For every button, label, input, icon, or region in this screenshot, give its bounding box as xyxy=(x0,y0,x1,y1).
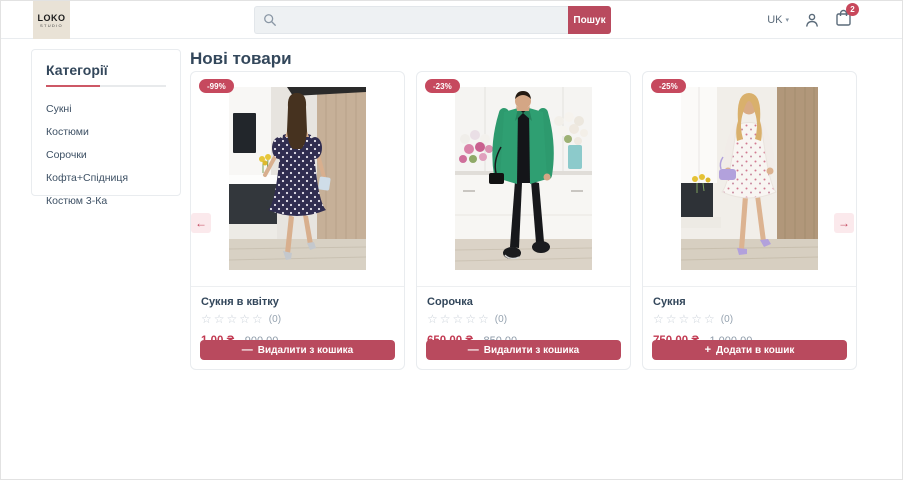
rating-count: (0) xyxy=(494,313,508,325)
arrow-left-icon: ← xyxy=(195,216,207,230)
star-icons: ☆☆☆☆☆ xyxy=(201,312,265,326)
arrow-right-icon: → xyxy=(838,216,850,230)
logo[interactable]: LOKO STUDIO xyxy=(33,1,70,39)
product-cards: -99% Сукня в квітку ☆☆☆☆☆ (0) — Видалити… xyxy=(190,71,857,370)
product-name[interactable]: Сукня xyxy=(653,296,846,308)
rating-count: (0) xyxy=(268,313,282,325)
product-card: -99% Сукня в квітку ☆☆☆☆☆ (0) — Видалити… xyxy=(190,71,405,370)
header: LOKO STUDIO Пошук UK ▾ 2 xyxy=(1,1,902,39)
carousel-prev-button[interactable]: ← xyxy=(191,213,211,233)
storefront-page: LOKO STUDIO Пошук UK ▾ 2 Категорії Сукні… xyxy=(0,0,903,480)
product-card: -23% Сорочка ☆☆☆☆☆ (0) — Видалити з коши… xyxy=(416,71,631,370)
product-rating: ☆☆☆☆☆ (0) xyxy=(201,312,394,326)
button-label: Додати в кошик xyxy=(716,344,795,356)
search-button[interactable]: Пошук xyxy=(568,6,611,34)
minus-icon: — xyxy=(467,344,479,356)
logo-subtext: STUDIO xyxy=(40,22,63,28)
language-selector[interactable]: UK ▾ xyxy=(767,14,789,26)
carousel-next-button[interactable]: → xyxy=(834,213,854,233)
product-name[interactable]: Сукня в квітку xyxy=(201,296,394,308)
remove-from-cart-button[interactable]: — Видалити з кошика xyxy=(426,340,621,360)
product-name[interactable]: Сорочка xyxy=(427,296,620,308)
discount-badge: -25% xyxy=(651,79,686,93)
product-image[interactable] xyxy=(229,87,366,270)
logo-text: LOKO xyxy=(37,12,66,23)
sidebar-item-sorochky[interactable]: Сорочки xyxy=(46,143,166,166)
button-label: Видалити з кошика xyxy=(257,344,354,356)
search-icon xyxy=(264,14,276,26)
star-icons: ☆☆☆☆☆ xyxy=(653,312,717,326)
product-rating: ☆☆☆☆☆ (0) xyxy=(653,312,846,326)
categories-sidebar: Категорії Сукні Костюми Сорочки Кофта+Сп… xyxy=(31,49,181,207)
sidebar-item-kostiumy[interactable]: Костюми xyxy=(46,120,166,143)
button-label: Видалити з кошика xyxy=(483,344,580,356)
header-actions: UK ▾ 2 xyxy=(767,1,859,39)
cart-count-badge: 2 xyxy=(846,2,859,16)
cart-button[interactable]: 2 xyxy=(835,2,859,32)
new-products-carousel: -99% Сукня в квітку ☆☆☆☆☆ (0) — Видалити… xyxy=(190,71,857,370)
sidebar-divider xyxy=(46,85,166,87)
product-image[interactable] xyxy=(455,87,592,270)
sidebar-item-kofta-spidnytsia[interactable]: Кофта+Спідниця xyxy=(46,166,166,189)
discount-badge: -23% xyxy=(425,79,460,93)
sidebar-title: Категорії xyxy=(46,62,108,78)
minus-icon: — xyxy=(241,344,253,356)
sidebar-item-kostium-3ka[interactable]: Костюм 3-Ка xyxy=(46,189,166,212)
account-button[interactable] xyxy=(804,12,820,28)
search-input[interactable] xyxy=(254,6,568,34)
product-card: -25% Сукня ☆☆☆☆☆ (0) + Додати в кошик xyxy=(642,71,857,370)
chevron-down-icon: ▾ xyxy=(785,17,789,24)
product-image[interactable] xyxy=(681,87,818,270)
remove-from-cart-button[interactable]: — Видалити з кошика xyxy=(200,340,395,360)
add-to-cart-button[interactable]: + Додати в кошик xyxy=(652,340,847,360)
product-rating: ☆☆☆☆☆ (0) xyxy=(427,312,620,326)
search-input-box xyxy=(254,6,568,34)
page-title: Нові товари xyxy=(190,49,292,68)
search-bar: Пошук xyxy=(254,6,611,34)
language-label: UK xyxy=(767,14,783,26)
category-list: Сукні Костюми Сорочки Кофта+Спідниця Кос… xyxy=(46,97,166,212)
star-icons: ☆☆☆☆☆ xyxy=(427,312,491,326)
rating-count: (0) xyxy=(720,313,734,325)
discount-badge: -99% xyxy=(199,79,234,93)
plus-icon: + xyxy=(704,344,712,356)
sidebar-item-sukni[interactable]: Сукні xyxy=(46,97,166,120)
user-icon xyxy=(806,13,818,27)
